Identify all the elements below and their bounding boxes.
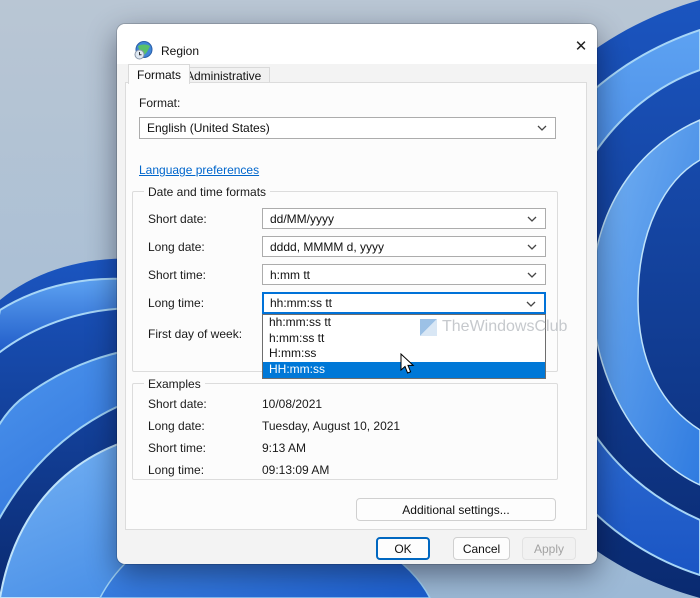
example-long-time-value: 09:13:09 AM [262, 463, 330, 477]
chevron-down-icon [527, 216, 537, 222]
long-date-value: dddd, MMMM d, yyyy [270, 239, 385, 254]
short-time-value: h:mm tt [270, 267, 311, 282]
examples-group-title: Examples [144, 377, 205, 391]
datetime-formats-group-title: Date and time formats [144, 185, 271, 199]
apply-button[interactable]: Apply [522, 537, 576, 560]
long-time-label: Long time: [148, 296, 205, 310]
dropdown-option[interactable]: H:mm:ss [263, 346, 545, 362]
dropdown-option[interactable]: hh:mm:ss tt [263, 315, 545, 331]
dropdown-option[interactable]: h:mm:ss tt [263, 331, 545, 347]
window-title: Region [161, 44, 200, 58]
ok-button[interactable]: OK [376, 537, 430, 560]
long-time-dropdown-list: hh:mm:ss tt h:mm:ss tt H:mm:ss HH:mm:ss [262, 314, 546, 379]
region-window: Region ✕ Formats Administrative Format: … [117, 24, 597, 564]
long-date-combobox[interactable]: dddd, MMMM d, yyyy [262, 236, 546, 257]
cancel-button[interactable]: Cancel [453, 537, 510, 560]
language-preferences-link[interactable]: Language preferences [139, 163, 259, 177]
example-short-date-value: 10/08/2021 [262, 397, 323, 411]
titlebar[interactable]: Region ✕ [117, 24, 597, 64]
example-short-time-label: Short time: [148, 441, 207, 455]
example-long-date-value: Tuesday, August 10, 2021 [262, 419, 401, 433]
close-icon[interactable]: ✕ [567, 33, 595, 59]
example-short-date-label: Short date: [148, 397, 207, 411]
chevron-down-icon [527, 272, 537, 278]
short-date-value: dd/MM/yyyy [270, 211, 335, 226]
format-combobox-value: English (United States) [147, 121, 270, 135]
format-label: Format: [139, 96, 181, 110]
tab-formats[interactable]: Formats [128, 64, 191, 84]
chevron-down-icon [537, 125, 547, 131]
short-time-combobox[interactable]: h:mm tt [262, 264, 546, 285]
long-time-value: hh:mm:ss tt [270, 296, 333, 310]
short-time-label: Short time: [148, 268, 207, 282]
first-day-of-week-label: First day of week: [148, 327, 243, 341]
example-long-time-label: Long time: [148, 463, 205, 477]
long-date-label: Long date: [148, 240, 205, 254]
long-time-combobox-open[interactable]: hh:mm:ss tt [262, 292, 546, 314]
dropdown-option-selected[interactable]: HH:mm:ss [263, 362, 545, 378]
example-long-date-label: Long date: [148, 419, 205, 433]
additional-settings-button[interactable]: Additional settings... [356, 498, 556, 521]
chevron-down-icon [527, 244, 537, 250]
short-date-label: Short date: [148, 212, 207, 226]
example-short-time-value: 9:13 AM [262, 441, 307, 455]
format-combobox[interactable]: English (United States) [139, 117, 556, 139]
short-date-combobox[interactable]: dd/MM/yyyy [262, 208, 546, 229]
chevron-down-icon [526, 301, 536, 307]
region-globe-icon [134, 41, 153, 60]
